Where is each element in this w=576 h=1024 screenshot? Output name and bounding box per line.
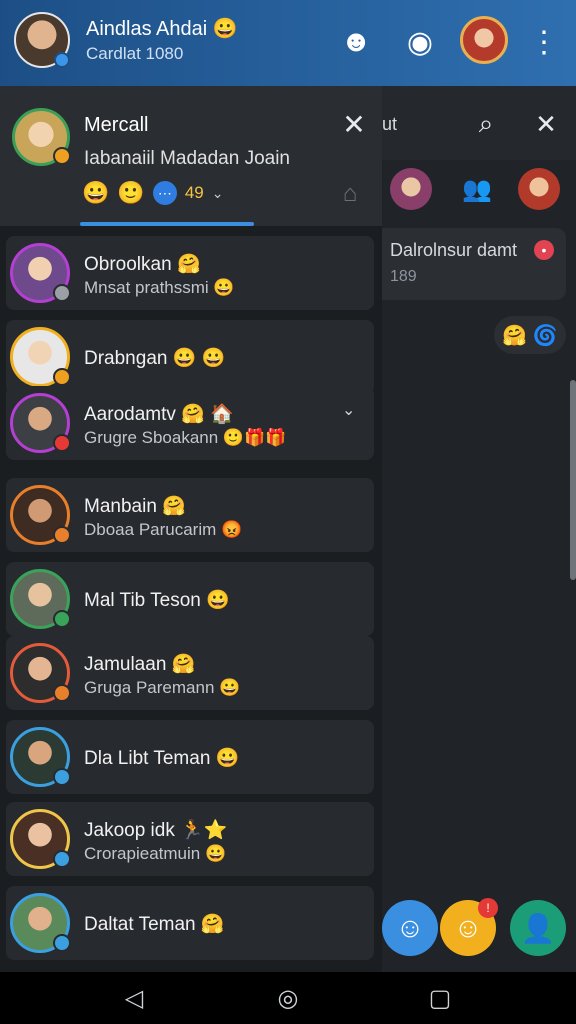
presence-badge <box>53 684 71 702</box>
contact-item[interactable]: Manbain 🤗 Dboaa Parucarim 😡 <box>6 478 374 552</box>
message-bubble[interactable]: Dalrolnsur damt • 189 <box>382 228 566 300</box>
contact-name: Mal Tib Teson 😀 <box>84 590 230 611</box>
camera-icon[interactable]: ◉ <box>400 22 440 62</box>
search-icon[interactable]: ⌕ <box>468 106 504 142</box>
presence-badge <box>53 934 71 952</box>
contact-name: Jamulaan 🤗 <box>84 654 196 675</box>
message-sender: Dalrolnsur damt <box>390 240 518 260</box>
contact-avatar <box>10 327 71 387</box>
drawer-profile-subtitle: Iabanaiil Madadan Joain <box>84 148 290 169</box>
contact-avatar <box>10 809 71 869</box>
contact-name: Obroolkan 🤗 <box>84 254 201 275</box>
contacts-fab[interactable]: 👤 <box>510 900 566 956</box>
presence-badge <box>53 368 71 386</box>
presence-badge <box>53 526 71 544</box>
close-chat-icon[interactable]: ✕ <box>528 106 564 142</box>
contact-avatar <box>10 893 71 953</box>
chat-fab[interactable]: ☺! <box>440 898 498 956</box>
contact-name: Jakoop idk 🏃⭐ <box>84 820 228 841</box>
contact-item[interactable]: Obroolkan 🤗 Mnsat prathssmi 😀 <box>6 236 374 310</box>
close-drawer-icon[interactable]: ✕ <box>338 108 370 140</box>
emoji-fab[interactable]: ☺ <box>382 900 438 956</box>
profile-avatar[interactable] <box>460 16 508 64</box>
drawer-profile-name: Mercall <box>84 114 149 136</box>
contact-name: Dla Libt Teman 😀 <box>84 748 240 769</box>
participant-avatar[interactable] <box>390 168 432 210</box>
more-vertical-icon[interactable]: ⋮ <box>524 22 564 62</box>
contact-status: Grugre Sboakann 🙂🎁🎁 <box>84 428 287 447</box>
contact-name: Aarodamtv 🤗 🏠 <box>84 404 234 425</box>
drawer-profile-avatar[interactable] <box>12 108 71 166</box>
home-icon[interactable]: ⌂ <box>334 178 366 210</box>
chat-header-text: ut <box>382 114 398 134</box>
contact-name: Daltat Teman 🤗 <box>84 914 225 935</box>
contact-avatar <box>10 243 71 303</box>
navigation-drawer: Mercall Iabanaiil Madadan Joain ✕ 😀 🙂 ⋯ … <box>0 86 382 972</box>
presence-badge <box>53 610 71 628</box>
contact-name: Manbain 🤗 <box>84 496 186 517</box>
contact-item[interactable]: Mal Tib Teson 😀 <box>6 562 374 636</box>
contact-status: Gruga Paremann 😀 <box>84 678 241 697</box>
contact-avatar <box>10 393 71 453</box>
emoji-smile[interactable]: 😀 <box>82 180 109 206</box>
chevron-down-icon[interactable]: ⌄ <box>342 400 355 420</box>
drawer-header: Mercall Iabanaiil Madadan Joain ✕ 😀 🙂 ⋯ … <box>0 86 382 226</box>
contact-avatar <box>10 485 71 545</box>
home-button-icon[interactable]: ◎ <box>272 982 304 1014</box>
presence-badge <box>53 434 71 452</box>
contact-avatar <box>10 643 71 703</box>
notification-badge: ! <box>478 898 498 918</box>
top-app-bar: Aindlas Ahdai 😀 Cardlat 1080 ☻ ◉ ⋮ <box>0 0 576 86</box>
scrollbar[interactable] <box>570 380 576 580</box>
contact-item[interactable]: Jamulaan 🤗 Gruga Paremann 😀 <box>6 636 374 710</box>
presence-badge <box>53 284 71 302</box>
contact-status: Crorapieatmuin 😀 <box>84 844 227 863</box>
recents-icon[interactable]: ▢ <box>424 982 456 1014</box>
contact-avatar <box>10 569 71 629</box>
status-tag: 49 <box>184 183 204 202</box>
contact-status: Mnsat prathssmi 😀 <box>84 278 235 297</box>
chevron-down-icon[interactable]: ⌄ <box>212 185 224 202</box>
account-name: Aindlas Ahdai 😀 <box>86 18 238 40</box>
chat-pill-icon[interactable]: ⋯ <box>152 181 177 205</box>
back-icon[interactable]: ◁ <box>118 982 150 1014</box>
contact-item[interactable]: Jakoop idk 🏃⭐ Crorapieatmuin 😀 <box>6 802 374 876</box>
contact-avatar <box>10 727 71 787</box>
contact-item[interactable]: Drabngan 😀 😀 <box>6 320 374 394</box>
contact-item[interactable]: Dla Libt Teman 😀 <box>6 720 374 794</box>
contact-status: Dboaa Parucarim 😡 <box>84 520 243 539</box>
message-count: 189 <box>390 268 417 285</box>
unread-badge: • <box>534 240 554 260</box>
emoji-face[interactable]: 🙂 <box>117 180 144 206</box>
profile-badge <box>53 147 71 165</box>
presence-badge <box>53 850 71 868</box>
online-badge <box>54 52 70 68</box>
contact-name: Drabngan 😀 😀 <box>84 348 226 369</box>
contact-item[interactable]: Aarodamtv 🤗 🏠 Grugre Sboakann 🙂🎁🎁 ⌄ <box>6 386 374 460</box>
chat-avatars-row: 👥 <box>382 160 576 222</box>
presence-badge <box>53 768 71 786</box>
system-navigation-bar: ◁ ◎ ▢ <box>0 972 576 1024</box>
add-person-icon[interactable]: 👥 <box>456 168 498 210</box>
contact-item[interactable]: Daltat Teman 🤗 <box>6 886 374 960</box>
account-subtitle: Cardlat 1080 <box>86 44 184 63</box>
chat-header: ut ⌕ ✕ <box>382 86 576 160</box>
status-emoji-row: 😀 🙂 ⋯ 49 ⌄ <box>82 180 223 206</box>
participant-avatar[interactable] <box>518 168 560 210</box>
reaction-chip[interactable]: 🤗 🌀 <box>494 316 566 354</box>
chatbot-icon[interactable]: ☻ <box>336 22 376 62</box>
active-tab-indicator <box>80 222 254 226</box>
